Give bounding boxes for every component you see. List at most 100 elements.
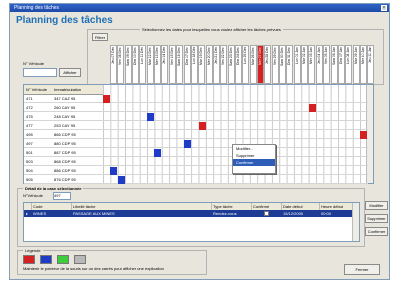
date-column-19[interactable]: Mar 26 Déc xyxy=(249,45,257,84)
detail-col-type: Type tâche xyxy=(212,203,252,210)
page-title: Planning des tâches xyxy=(16,15,113,26)
date-group-label: Sélectionnez les dates pour lesquelles v… xyxy=(140,27,283,32)
date-column-2[interactable]: Sam 09 Déc xyxy=(124,45,132,84)
date-column-15[interactable]: Ven 22 Déc xyxy=(220,45,228,84)
date-column-4[interactable]: Lun 11 Déc xyxy=(139,45,147,84)
task-cell[interactable] xyxy=(308,104,316,112)
row-vehicle: 475 xyxy=(26,114,33,119)
date-column-28[interactable]: Jeu 04 Jan xyxy=(315,45,323,84)
date-column-24[interactable]: Dim 31 Déc xyxy=(286,45,294,84)
date-column-34[interactable]: Mer 10 Jan xyxy=(359,45,367,84)
date-column-0[interactable]: Jeu 07 Déc xyxy=(110,45,117,84)
date-column-13[interactable]: Mer 20 Déc xyxy=(205,45,213,84)
row-plate: 880 CDP 95 xyxy=(54,141,76,146)
date-column-25[interactable]: Lun 01 Jan xyxy=(293,45,301,84)
detail-label: PASSAGE AUX MINES xyxy=(73,211,115,216)
grid-row[interactable]: 477 253 CAY 95 xyxy=(24,122,368,131)
legend-label: Légende xyxy=(23,248,43,253)
date-column-16[interactable]: Sam 23 Déc xyxy=(227,45,235,84)
filter-button[interactable]: Filtrer xyxy=(92,33,108,41)
date-column-8[interactable]: Ven 15 Déc xyxy=(168,45,176,84)
row-vehicle: 495 xyxy=(26,132,33,137)
date-column-1[interactable]: Ven 08 Déc xyxy=(117,45,125,84)
row-vehicle: 503 xyxy=(26,159,33,164)
date-column-3[interactable]: Dim 10 Déc xyxy=(132,45,140,84)
date-column-21[interactable]: Jeu 28 Déc xyxy=(264,45,272,84)
grid-row[interactable]: 472 260 CAY 95 xyxy=(24,104,368,113)
date-column-10[interactable]: Dim 17 Déc xyxy=(183,45,191,84)
menu-modify[interactable]: Modifier... xyxy=(233,145,275,152)
detail-col-start-date: Date début xyxy=(282,203,320,210)
detail-type: Rendez-vous xyxy=(213,211,237,216)
row-plate: 248 CAY 95 xyxy=(54,114,76,119)
window-title: Planning des tâches xyxy=(14,5,60,11)
vehicle-input[interactable] xyxy=(23,68,57,77)
show-button[interactable]: Afficher xyxy=(59,68,81,77)
legend-swatch[interactable] xyxy=(57,255,69,264)
delete-button[interactable]: Supprimer xyxy=(365,214,388,223)
row-vehicle: 471 xyxy=(26,96,33,101)
date-column-18[interactable]: Lun 25 Déc xyxy=(242,45,250,84)
menu-confirm[interactable]: Confirmer xyxy=(233,159,275,166)
date-column-5[interactable]: Mar 12 Déc xyxy=(146,45,154,84)
legend-swatch[interactable] xyxy=(23,255,35,264)
planning-grid[interactable]: N° Véhicule Immatriculation 471 347 CAZ 9… xyxy=(23,84,374,185)
detail-vehicle-field[interactable]: 497 xyxy=(53,192,71,200)
date-column-11[interactable]: Lun 18 Déc xyxy=(190,45,198,84)
date-column-23[interactable]: Sam 30 Déc xyxy=(279,45,287,84)
date-column-9[interactable]: Sam 16 Déc xyxy=(176,45,184,84)
date-column-30[interactable]: Sam 06 Jan xyxy=(330,45,338,84)
menu-delete[interactable]: Supprimer xyxy=(233,152,275,159)
legend-swatch[interactable] xyxy=(40,255,52,264)
grid-header: N° Véhicule Immatriculation xyxy=(24,85,103,95)
task-cell[interactable] xyxy=(198,122,206,130)
modify-button[interactable]: Modifier xyxy=(365,201,388,210)
confirm-button-label: Confirmer xyxy=(367,229,386,234)
context-menu: Modifier... Supprimer Confirmer xyxy=(232,144,276,174)
close-button[interactable]: Fermer xyxy=(344,264,380,275)
task-cell[interactable] xyxy=(110,167,118,175)
legend-swatch[interactable] xyxy=(74,255,86,264)
grid-row[interactable]: 503 868 CDP 95 xyxy=(24,158,368,167)
detail-table[interactable]: Code Libellé tâche Type tâche Confirmé D… xyxy=(23,202,360,242)
date-column-32[interactable]: Lun 08 Jan xyxy=(345,45,353,84)
date-column-14[interactable]: Jeu 21 Déc xyxy=(212,45,220,84)
grid-row[interactable]: 504 886 CDP 95 xyxy=(24,167,368,176)
detail-vehicle-label: N°Véhicule xyxy=(23,193,43,198)
modify-button-label: Modifier xyxy=(369,203,384,208)
grid-row[interactable]: 495 866 CDP 95 xyxy=(24,131,368,140)
date-column-17[interactable]: Dim 24 Déc xyxy=(234,45,242,84)
confirm-button[interactable]: Confirmer xyxy=(365,227,388,236)
date-column-7[interactable]: Jeu 14 Déc xyxy=(161,45,169,84)
grid-row[interactable]: 497 880 CDP 95 xyxy=(24,140,368,149)
grid-row[interactable]: 501 887 CDP 95 xyxy=(24,149,368,158)
date-column-29[interactable]: Ven 05 Jan xyxy=(323,45,331,84)
task-cell[interactable] xyxy=(360,131,368,139)
row-vehicle: 497 xyxy=(26,141,33,146)
task-cell[interactable] xyxy=(183,140,191,148)
grid-row[interactable]: 475 248 CAY 95 xyxy=(24,113,368,122)
date-column-12[interactable]: Mar 19 Déc xyxy=(198,45,206,84)
detail-row[interactable]: ▸ WINES PASSAGE AUX MINES Rendez-vous 15… xyxy=(24,210,354,217)
task-cell[interactable] xyxy=(103,95,110,103)
date-column-20[interactable]: Mer 27 Déc xyxy=(257,45,264,84)
date-column-31[interactable]: Dim 07 Jan xyxy=(337,45,345,84)
confirmed-checkbox[interactable] xyxy=(264,211,269,216)
grid-row[interactable]: 471 347 CAZ 95 xyxy=(24,95,368,104)
date-column-35[interactable]: Jeu 11 Jan xyxy=(367,45,375,84)
date-column-22[interactable]: Ven 29 Déc xyxy=(271,45,279,84)
detail-scrollbar[interactable] xyxy=(352,203,359,241)
date-header-strip: Jeu 07 Déc Ven 08 Déc Sam 09 Déc Dim 10 Déc… xyxy=(110,45,375,84)
date-column-33[interactable]: Mar 09 Jan xyxy=(352,45,360,84)
task-cell[interactable] xyxy=(154,149,162,157)
task-cell[interactable] xyxy=(147,113,155,121)
row-plate: 887 CDP 95 xyxy=(54,150,76,155)
task-cell[interactable] xyxy=(117,176,125,184)
row-plate: 260 CAY 95 xyxy=(54,105,76,110)
row-selector-header xyxy=(24,203,32,210)
close-window-button[interactable]: × xyxy=(381,5,387,11)
row-vehicle: 505 xyxy=(26,177,33,182)
row-vehicle: 501 xyxy=(26,150,33,155)
date-column-27[interactable]: Mer 03 Jan xyxy=(308,45,316,84)
grid-row[interactable]: 505 876 CDP 95 xyxy=(24,176,368,185)
